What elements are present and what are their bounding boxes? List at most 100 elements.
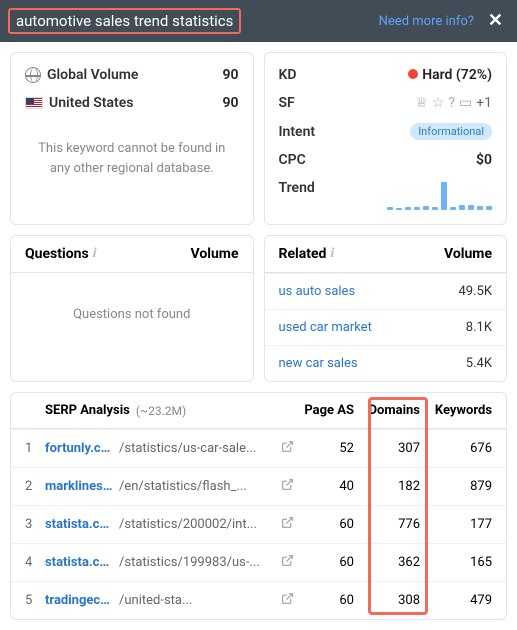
global-volume-value: 90 (223, 67, 239, 83)
trend-bar (405, 207, 411, 210)
external-link-icon[interactable] (281, 440, 294, 457)
crown-icon: ♕ (415, 95, 428, 111)
serp-row: 5tradingeconomics.com/united-sta...60308… (11, 581, 506, 619)
related-card: Related i Volume us auto sales 49.5K used … (264, 235, 508, 382)
serp-keywords: 479 (420, 593, 492, 608)
cpc-row: CPC $0 (279, 152, 493, 168)
sf-row: SF ♕ ☆ ? ▭ +1 (279, 95, 493, 111)
panel-header: automotive sales trend statistics Need m… (0, 0, 517, 42)
us-volume-label: United States (49, 95, 133, 111)
questions-empty: Questions not found (11, 273, 253, 356)
related-keyword-link[interactable]: us auto sales (279, 284, 356, 299)
need-more-info-link[interactable]: Need more info? (379, 14, 474, 29)
external-link-icon[interactable] (281, 592, 294, 609)
serp-page-as: 60 (294, 555, 354, 570)
serp-keywords: 165 (420, 555, 492, 570)
sf-label: SF (279, 95, 295, 111)
serp-count: (~23.2M) (136, 404, 186, 418)
external-link-icon[interactable] (281, 554, 294, 571)
related-row: used car market 8.1K (265, 309, 507, 345)
related-volume: 49.5K (458, 284, 492, 299)
related-volume: 5.4K (466, 356, 492, 371)
external-link-icon[interactable] (281, 478, 294, 495)
globe-icon (25, 67, 41, 83)
intent-label: Intent (279, 124, 316, 140)
trend-bar (468, 205, 474, 210)
questions-card: Questions i Volume Questions not found (10, 235, 254, 382)
serp-url-path: /statistics/200002/int... (119, 517, 275, 532)
serp-row: 3statista.com/statistics/200002/int...60… (11, 505, 506, 543)
serp-row: 2marklines.com/en/statistics/flash_...40… (11, 467, 506, 505)
external-link-icon[interactable] (281, 516, 294, 533)
related-keyword-link[interactable]: used car market (279, 320, 372, 335)
serp-row: 1fortunly.com/statistics/us-car-sale...5… (11, 429, 506, 467)
header-actions: Need more info? ✕ (379, 12, 503, 30)
intent-row: Intent Informational (279, 123, 493, 140)
intent-badge: Informational (410, 123, 492, 140)
panel-body: Global Volume 90 United States 90 This k… (0, 42, 517, 630)
overview-row: Global Volume 90 United States 90 This k… (10, 52, 507, 225)
serp-domain-link[interactable]: tradingeconomics.com (45, 593, 113, 608)
metrics-card: KD Hard (72%) SF ♕ ☆ ? ▭ +1 Intent Infor… (264, 52, 508, 225)
trend-bar (441, 182, 447, 210)
serp-domains: 776 (354, 517, 420, 532)
serp-col-keywords: Keywords (420, 403, 492, 418)
serp-url-path: /statistics/us-car-sale... (119, 441, 275, 456)
related-keyword-link[interactable]: new car sales (279, 356, 358, 371)
related-header: Related i Volume (265, 236, 507, 273)
serp-domain-link[interactable]: marklines.com (45, 479, 113, 494)
trend-bar (450, 207, 456, 210)
related-list: us auto sales 49.5K used car market 8.1K new… (265, 273, 507, 381)
no-regional-message: This keyword cannot be found in any othe… (25, 123, 239, 186)
trend-bar (432, 207, 438, 210)
trend-bar (459, 205, 465, 210)
cpc-label: CPC (279, 152, 306, 168)
serp-page-as: 40 (294, 479, 354, 494)
close-button[interactable]: ✕ (488, 12, 503, 30)
serp-page-as: 52 (294, 441, 354, 456)
serp-url-cell: statista.com/statistics/200002/int... (45, 516, 294, 533)
us-volume-value: 90 (223, 95, 239, 111)
info-icon[interactable]: i (93, 246, 97, 262)
serp-keywords: 676 (420, 441, 492, 456)
kd-label: KD (279, 67, 297, 83)
volume-card: Global Volume 90 United States 90 This k… (10, 52, 254, 225)
trend-bar (387, 207, 393, 210)
serp-rank: 5 (25, 593, 45, 608)
related-volume-col: Volume (444, 246, 492, 262)
related-volume: 8.1K (466, 320, 492, 335)
serp-url-path: /en/statistics/flash_... (119, 479, 275, 494)
info-icon[interactable]: i (330, 246, 334, 262)
star-icon: ☆ (432, 95, 445, 111)
trend-bar (477, 206, 483, 210)
global-volume-row: Global Volume 90 (25, 67, 239, 83)
serp-url-cell: fortunly.com/statistics/us-car-sale... (45, 440, 294, 457)
cpc-value: $0 (476, 152, 492, 168)
serp-url-path: /united-sta... (119, 593, 275, 608)
trend-label: Trend (279, 180, 315, 196)
serp-rank: 2 (25, 479, 45, 494)
serp-domains: 182 (354, 479, 420, 494)
serp-rank: 4 (25, 555, 45, 570)
serp-url-path: /statistics/199983/us-... (119, 555, 275, 570)
serp-domain-link[interactable]: statista.com (45, 555, 113, 570)
kd-value: Hard (72%) (422, 67, 492, 83)
sf-icons-group: ♕ ☆ ? ▭ +1 (415, 95, 492, 111)
serp-url-cell: marklines.com/en/statistics/flash_... (45, 478, 294, 495)
kd-row: KD Hard (72%) (279, 67, 493, 83)
global-volume-label: Global Volume (47, 67, 138, 83)
serp-header: SERP Analysis (~23.2M) Page AS Domains K… (11, 393, 506, 429)
questions-volume-col: Volume (191, 246, 239, 262)
serp-domain-link[interactable]: statista.com (45, 517, 113, 532)
keyword-title: automotive sales trend statistics (16, 12, 233, 30)
serp-domains: 307 (354, 441, 420, 456)
serp-page-as: 60 (294, 517, 354, 532)
serp-card: SERP Analysis (~23.2M) Page AS Domains K… (10, 392, 507, 620)
kd-dot-icon (408, 69, 418, 79)
serp-rank: 1 (25, 441, 45, 456)
related-row: us auto sales 49.5K (265, 273, 507, 309)
serp-col-domains: Domains (354, 403, 420, 418)
related-row: new car sales 5.4K (265, 345, 507, 381)
serp-domain-link[interactable]: fortunly.com (45, 441, 113, 456)
serp-col-as: Page AS (294, 403, 354, 418)
